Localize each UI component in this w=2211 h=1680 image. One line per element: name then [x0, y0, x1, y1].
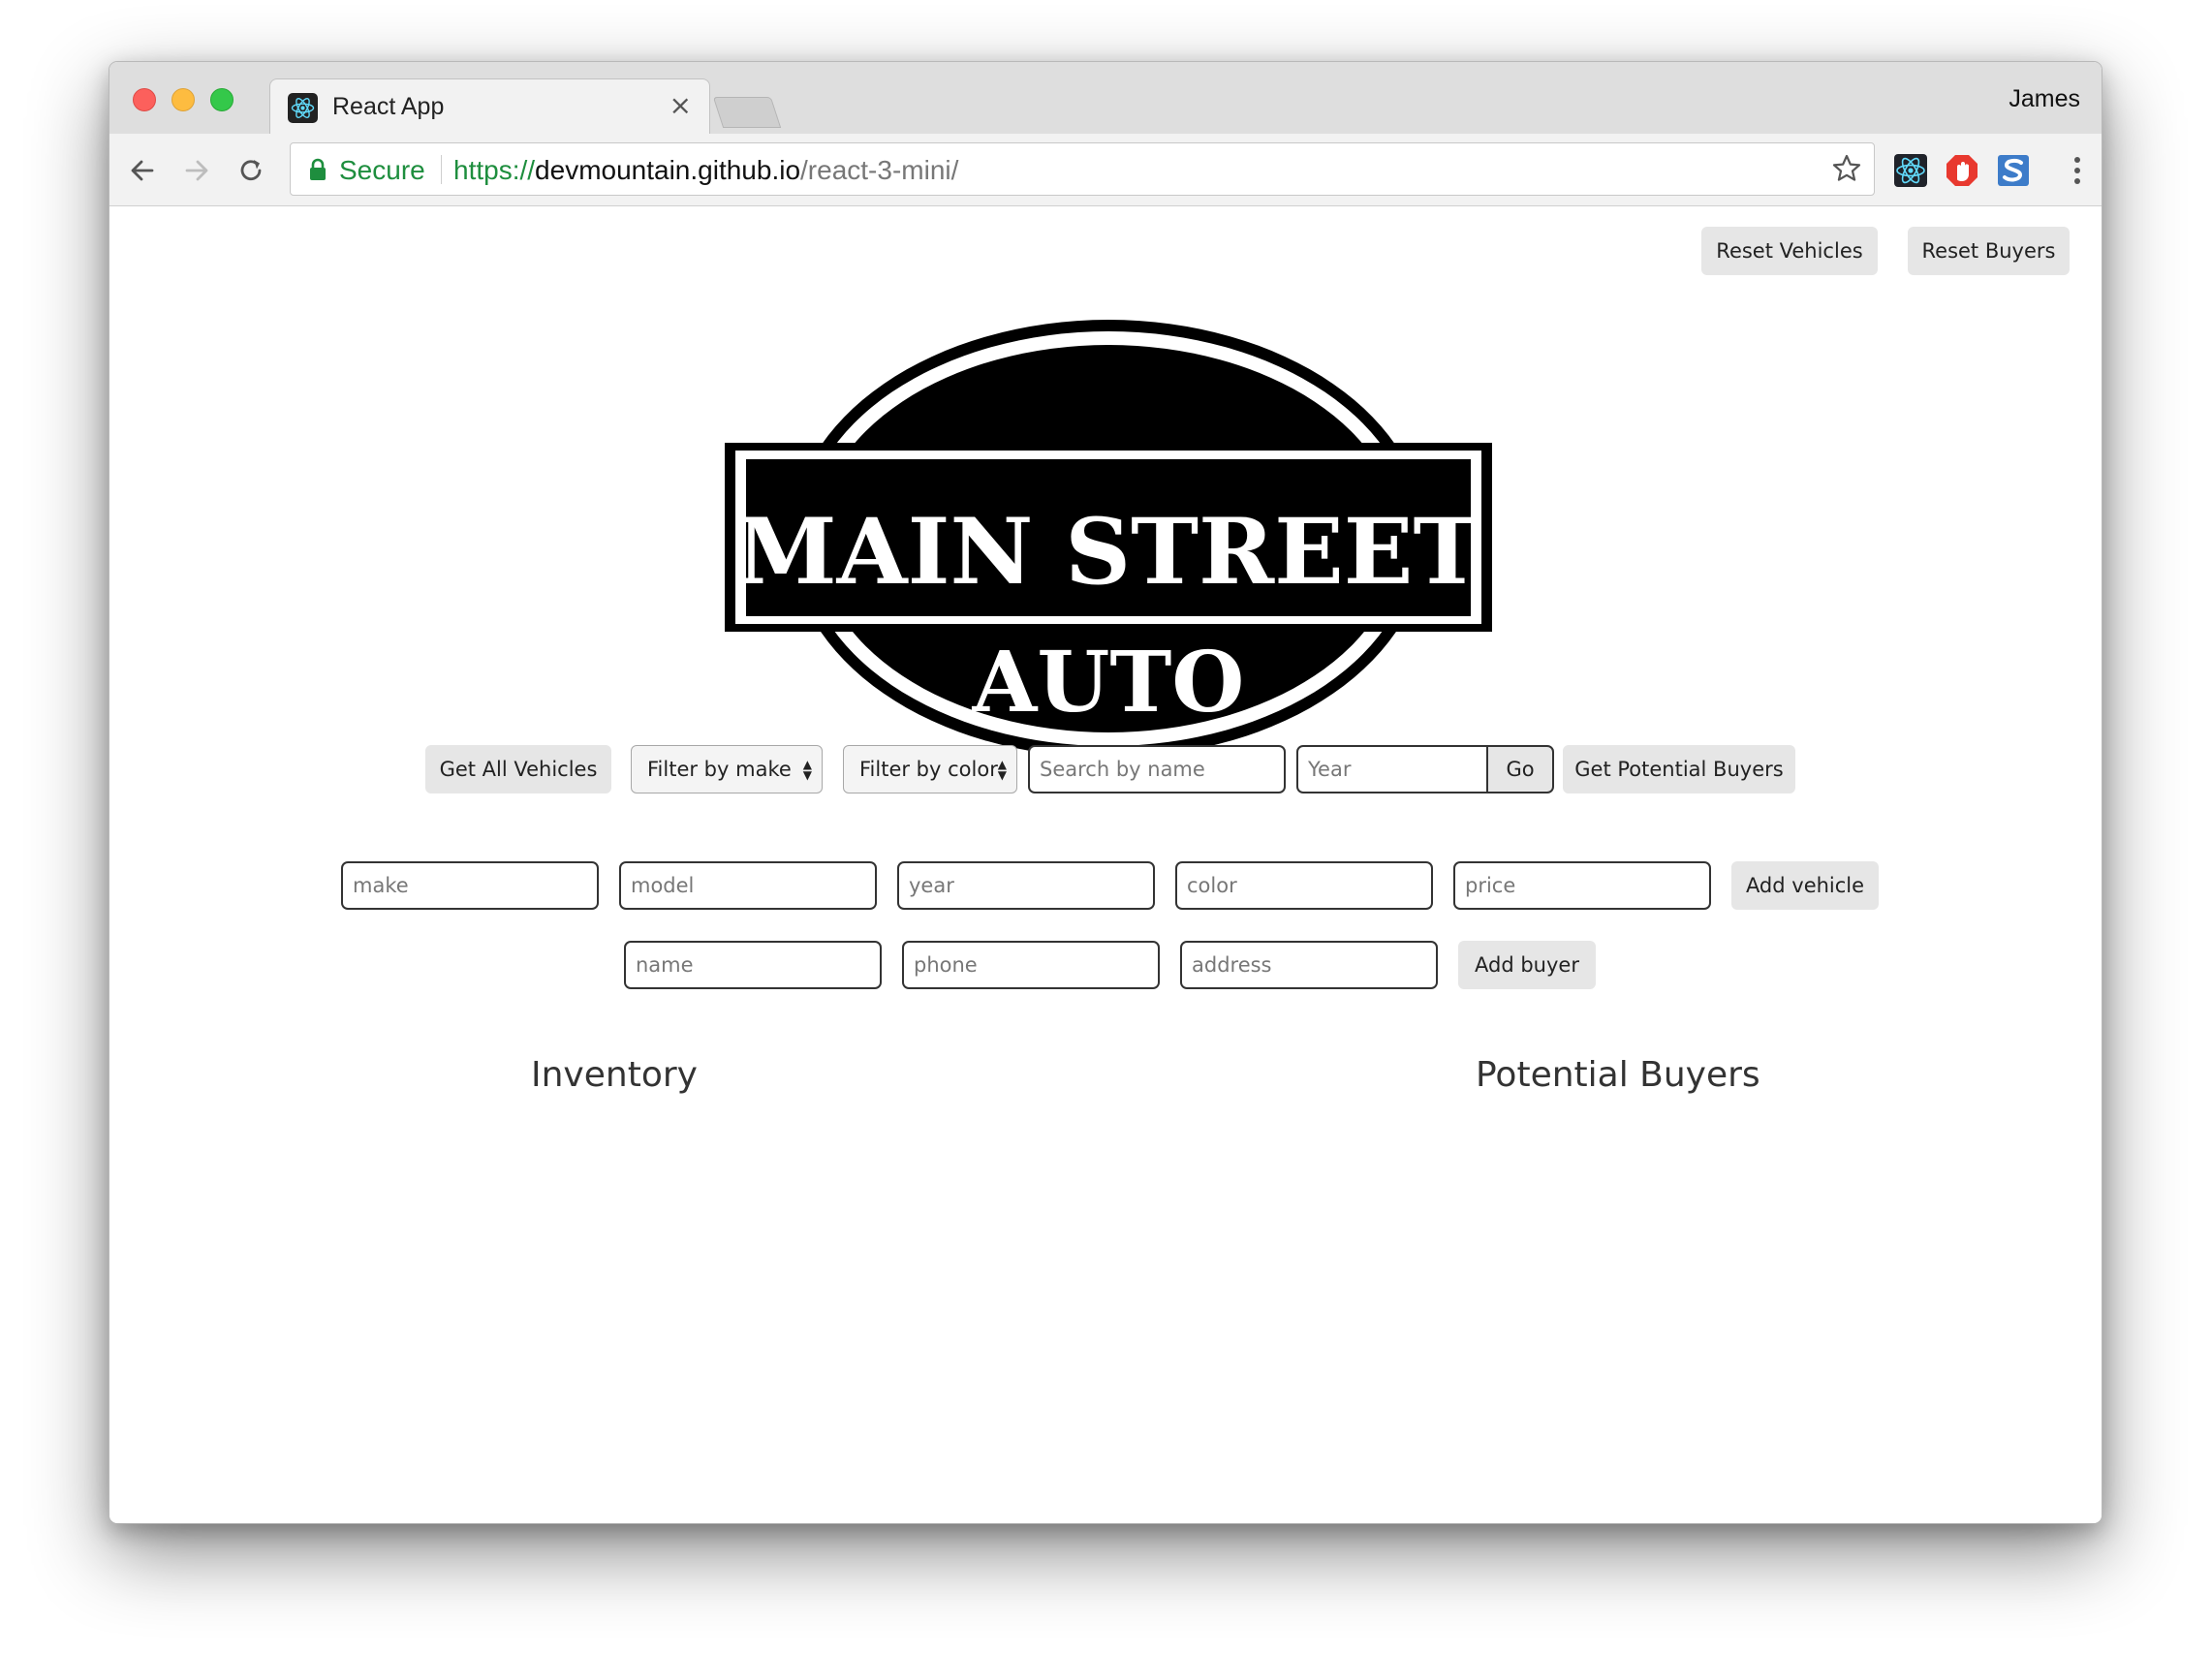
buyer-phone-input[interactable]: [902, 941, 1160, 989]
get-potential-buyers-button[interactable]: Get Potential Buyers: [1563, 745, 1795, 793]
reset-buyers-button[interactable]: Reset Buyers: [1908, 227, 2070, 275]
select-arrows-icon: ▲ ▼: [802, 758, 812, 782]
omnibox-divider: [441, 155, 442, 184]
inventory-heading: Inventory: [531, 1055, 698, 1095]
year-search-input[interactable]: [1296, 745, 1488, 793]
adblock-extension-icon[interactable]: [1945, 153, 1979, 188]
reset-vehicles-button[interactable]: Reset Vehicles: [1701, 227, 1878, 275]
desktop: React App × James Secure https://devmoun…: [0, 0, 2211, 1680]
main-street-auto-logo: MAIN STREET AUTO: [725, 320, 1492, 758]
logo-line2: AUTO: [972, 634, 1245, 731]
model-input[interactable]: [619, 861, 877, 910]
add-buyer-button[interactable]: Add buyer: [1458, 941, 1596, 989]
url-scheme: https://: [453, 155, 536, 185]
profile-name[interactable]: James: [2009, 85, 2080, 113]
forward-arrow-icon[interactable]: [179, 153, 214, 188]
logo-line1: MAIN STREET: [736, 499, 1481, 606]
browser-toolbar: Secure https://devmountain.github.io/rea…: [109, 134, 2102, 206]
go-button[interactable]: Go: [1486, 745, 1554, 793]
price-input[interactable]: [1453, 861, 1711, 910]
browser-window: React App × James Secure https://devmoun…: [109, 61, 2102, 1524]
filter-color-select[interactable]: Filter by color ▲ ▼: [843, 745, 1017, 793]
minimize-window-button[interactable]: [171, 88, 195, 111]
color-input[interactable]: [1175, 861, 1433, 910]
filter-make-select[interactable]: Filter by make ▲ ▼: [631, 745, 823, 793]
address-bar[interactable]: Secure https://devmountain.github.io/rea…: [290, 142, 1875, 196]
page-content: Reset Vehicles Reset Buyers MAIN STREET …: [109, 207, 2102, 1523]
url-host: devmountain.github.io: [535, 155, 801, 185]
secure-label: Secure: [339, 155, 425, 185]
s-extension-icon[interactable]: [1996, 153, 2031, 188]
react-icon: [288, 93, 318, 123]
tab-strip: React App × James: [109, 62, 2102, 135]
new-tab-button[interactable]: [712, 97, 782, 128]
lock-icon: [310, 158, 326, 180]
get-all-vehicles-button[interactable]: Get All Vehicles: [425, 745, 611, 793]
react-devtools-extension-icon[interactable]: [1893, 153, 1928, 188]
close-tab-icon[interactable]: ×: [670, 91, 692, 120]
add-vehicle-button[interactable]: Add vehicle: [1731, 861, 1879, 910]
star-icon[interactable]: [1831, 153, 1862, 184]
tab-title: React App: [332, 93, 445, 120]
browser-tab[interactable]: React App ×: [269, 78, 710, 135]
potential-buyers-heading: Potential Buyers: [1476, 1055, 1760, 1095]
make-input[interactable]: [341, 861, 599, 910]
more-vert-icon[interactable]: [2072, 153, 2082, 188]
url-path: /react-3-mini/: [800, 155, 959, 185]
filter-make-label: Filter by make: [647, 758, 792, 781]
url-text[interactable]: https://devmountain.github.io/react-3-mi…: [453, 155, 958, 186]
maximize-window-button[interactable]: [210, 88, 234, 111]
buyer-address-input[interactable]: [1180, 941, 1438, 989]
close-window-button[interactable]: [133, 88, 156, 111]
buyer-name-input[interactable]: [624, 941, 882, 989]
search-name-input[interactable]: [1028, 745, 1286, 793]
back-arrow-icon[interactable]: [125, 153, 160, 188]
select-arrows-icon: ▲ ▼: [997, 758, 1007, 782]
filter-color-label: Filter by color: [859, 758, 998, 781]
reload-icon[interactable]: [234, 153, 268, 188]
year-input[interactable]: [897, 861, 1155, 910]
